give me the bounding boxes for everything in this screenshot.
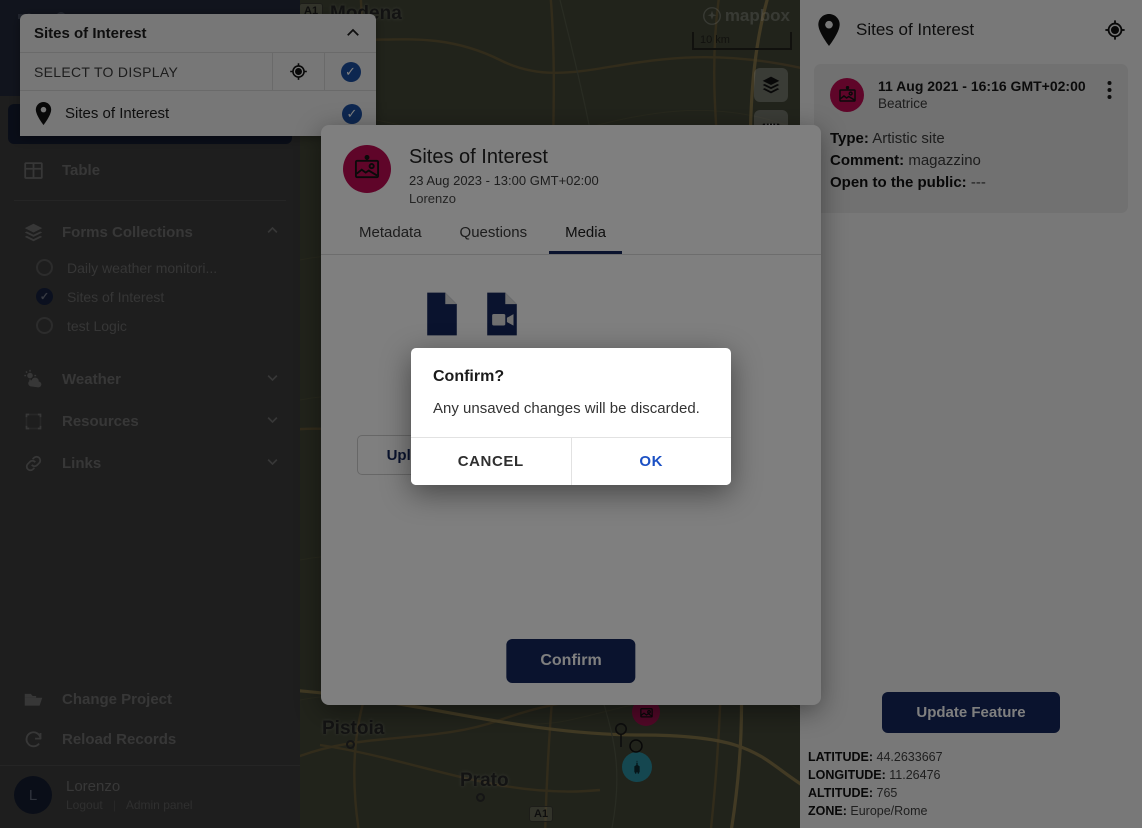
confirm-dialog: Confirm? Any unsaved changes will be dis…: [411, 348, 731, 485]
confirm-dialog-message: Any unsaved changes will be discarded.: [433, 400, 700, 417]
confirm-dialog-title: Confirm?: [433, 368, 505, 385]
confirm-ok-button[interactable]: OK: [571, 438, 731, 485]
app-root: Modena Pistoia Prato igi A1 A1 mapbox 10…: [0, 0, 1142, 828]
confirm-cancel-button[interactable]: CANCEL: [411, 438, 572, 485]
confirm-dialog-actions: CANCEL OK: [411, 437, 731, 485]
